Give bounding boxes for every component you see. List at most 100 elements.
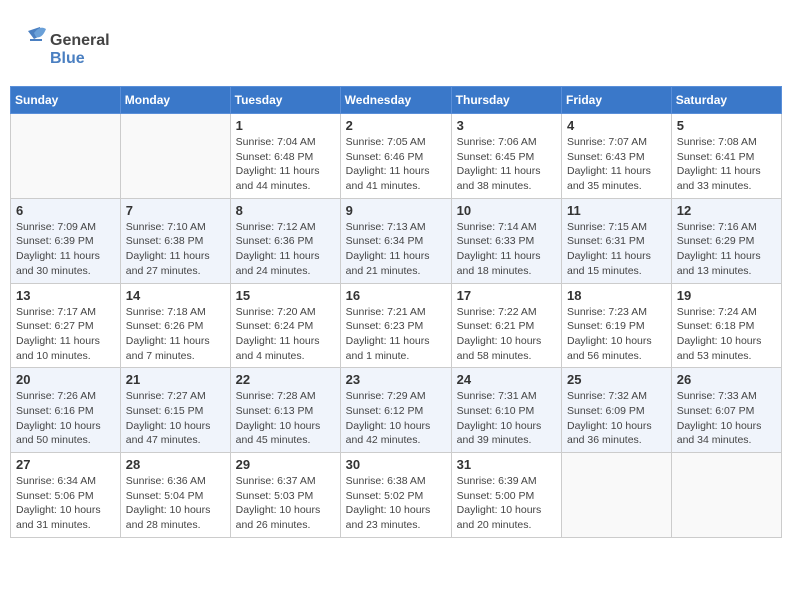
weekday-header: Sunday <box>11 87 121 114</box>
day-info: Sunrise: 7:29 AMSunset: 6:12 PMDaylight:… <box>346 389 446 448</box>
calendar-week-row: 13 Sunrise: 7:17 AMSunset: 6:27 PMDayligh… <box>11 283 782 368</box>
day-info: Sunrise: 7:09 AMSunset: 6:39 PMDaylight:… <box>16 220 115 279</box>
day-info: Sunrise: 7:04 AMSunset: 6:48 PMDaylight:… <box>236 135 335 194</box>
calendar-cell: 13 Sunrise: 7:17 AMSunset: 6:27 PMDayligh… <box>11 283 121 368</box>
day-info: Sunrise: 7:10 AMSunset: 6:38 PMDaylight:… <box>126 220 225 279</box>
calendar-cell <box>671 453 781 538</box>
day-number: 27 <box>16 457 115 472</box>
day-info: Sunrise: 7:33 AMSunset: 6:07 PMDaylight:… <box>677 389 776 448</box>
svg-text:General: General <box>50 32 110 49</box>
day-number: 4 <box>567 118 666 133</box>
day-info: Sunrise: 6:34 AMSunset: 5:06 PMDaylight:… <box>16 474 115 533</box>
day-number: 24 <box>457 372 556 387</box>
day-info: Sunrise: 6:36 AMSunset: 5:04 PMDaylight:… <box>126 474 225 533</box>
calendar-cell: 2 Sunrise: 7:05 AMSunset: 6:46 PMDaylight… <box>340 114 451 199</box>
calendar-cell: 11Sunrise: 7:15 AMSunset: 6:31 PMDayligh… <box>562 198 672 283</box>
day-info: Sunrise: 6:39 AMSunset: 5:00 PMDaylight:… <box>457 474 556 533</box>
weekday-header: Wednesday <box>340 87 451 114</box>
day-info: Sunrise: 7:27 AMSunset: 6:15 PMDaylight:… <box>126 389 225 448</box>
day-info: Sunrise: 7:32 AMSunset: 6:09 PMDaylight:… <box>567 389 666 448</box>
day-info: Sunrise: 7:13 AMSunset: 6:34 PMDaylight:… <box>346 220 446 279</box>
day-info: Sunrise: 7:16 AMSunset: 6:29 PMDaylight:… <box>677 220 776 279</box>
day-info: Sunrise: 7:18 AMSunset: 6:26 PMDaylight:… <box>126 305 225 364</box>
day-info: Sunrise: 7:06 AMSunset: 6:45 PMDaylight:… <box>457 135 556 194</box>
calendar-cell: 24 Sunrise: 7:31 AMSunset: 6:10 PMDayligh… <box>451 368 561 453</box>
day-info: Sunrise: 7:20 AMSunset: 6:24 PMDaylight:… <box>236 305 335 364</box>
day-number: 17 <box>457 288 556 303</box>
page-header: General Blue <box>10 10 782 78</box>
calendar-week-row: 20 Sunrise: 7:26 AMSunset: 6:16 PMDayligh… <box>11 368 782 453</box>
day-number: 7 <box>126 203 225 218</box>
day-number: 2 <box>346 118 446 133</box>
calendar-cell: 30Sunrise: 6:38 AMSunset: 5:02 PMDayligh… <box>340 453 451 538</box>
weekday-header: Friday <box>562 87 672 114</box>
day-number: 1 <box>236 118 335 133</box>
calendar-cell: 18 Sunrise: 7:23 AMSunset: 6:19 PMDayligh… <box>562 283 672 368</box>
calendar-cell: 9 Sunrise: 7:13 AMSunset: 6:34 PMDaylight… <box>340 198 451 283</box>
day-number: 31 <box>457 457 556 472</box>
calendar-cell: 5Sunrise: 7:08 AMSunset: 6:41 PMDaylight… <box>671 114 781 199</box>
day-number: 6 <box>16 203 115 218</box>
day-info: Sunrise: 7:07 AMSunset: 6:43 PMDaylight:… <box>567 135 666 194</box>
logo-combined: General Blue <box>20 23 120 73</box>
day-info: Sunrise: 7:22 AMSunset: 6:21 PMDaylight:… <box>457 305 556 364</box>
day-info: Sunrise: 7:21 AMSunset: 6:23 PMDaylight:… <box>346 305 446 364</box>
calendar-cell: 21Sunrise: 7:27 AMSunset: 6:15 PMDayligh… <box>120 368 230 453</box>
day-number: 5 <box>677 118 776 133</box>
calendar-cell: 20 Sunrise: 7:26 AMSunset: 6:16 PMDayligh… <box>11 368 121 453</box>
weekday-header: Thursday <box>451 87 561 114</box>
day-info: Sunrise: 7:28 AMSunset: 6:13 PMDaylight:… <box>236 389 335 448</box>
weekday-header: Tuesday <box>230 87 340 114</box>
calendar-cell <box>11 114 121 199</box>
calendar-cell: 8 Sunrise: 7:12 AMSunset: 6:36 PMDaylight… <box>230 198 340 283</box>
day-number: 29 <box>236 457 335 472</box>
calendar-cell: 15Sunrise: 7:20 AMSunset: 6:24 PMDayligh… <box>230 283 340 368</box>
day-number: 30 <box>346 457 446 472</box>
day-info: Sunrise: 7:31 AMSunset: 6:10 PMDaylight:… <box>457 389 556 448</box>
calendar-cell: 25 Sunrise: 7:32 AMSunset: 6:09 PMDayligh… <box>562 368 672 453</box>
day-number: 25 <box>567 372 666 387</box>
calendar-cell: 22 Sunrise: 7:28 AMSunset: 6:13 PMDayligh… <box>230 368 340 453</box>
day-info: Sunrise: 7:15 AMSunset: 6:31 PMDaylight:… <box>567 220 666 279</box>
calendar-cell: 4 Sunrise: 7:07 AMSunset: 6:43 PMDaylight… <box>562 114 672 199</box>
day-number: 23 <box>346 372 446 387</box>
calendar-week-row: 6 Sunrise: 7:09 AMSunset: 6:39 PMDaylight… <box>11 198 782 283</box>
calendar-cell: 6 Sunrise: 7:09 AMSunset: 6:39 PMDaylight… <box>11 198 121 283</box>
day-info: Sunrise: 7:14 AMSunset: 6:33 PMDaylight:… <box>457 220 556 279</box>
weekday-header: Monday <box>120 87 230 114</box>
day-info: Sunrise: 7:26 AMSunset: 6:16 PMDaylight:… <box>16 389 115 448</box>
calendar-cell: 14Sunrise: 7:18 AMSunset: 6:26 PMDayligh… <box>120 283 230 368</box>
day-number: 22 <box>236 372 335 387</box>
calendar-cell: 16 Sunrise: 7:21 AMSunset: 6:23 PMDayligh… <box>340 283 451 368</box>
calendar-cell: 12 Sunrise: 7:16 AMSunset: 6:29 PMDayligh… <box>671 198 781 283</box>
day-number: 20 <box>16 372 115 387</box>
weekday-header: Saturday <box>671 87 781 114</box>
calendar-cell: 1 Sunrise: 7:04 AMSunset: 6:48 PMDaylight… <box>230 114 340 199</box>
calendar-cell: 28 Sunrise: 6:36 AMSunset: 5:04 PMDayligh… <box>120 453 230 538</box>
calendar-cell: 7 Sunrise: 7:10 AMSunset: 6:38 PMDaylight… <box>120 198 230 283</box>
day-number: 26 <box>677 372 776 387</box>
svg-text:Blue: Blue <box>50 50 85 67</box>
day-number: 9 <box>346 203 446 218</box>
day-number: 18 <box>567 288 666 303</box>
calendar-table: SundayMondayTuesdayWednesdayThursdayFrid… <box>10 86 782 538</box>
day-info: Sunrise: 7:17 AMSunset: 6:27 PMDaylight:… <box>16 305 115 364</box>
logo: General Blue <box>20 23 120 73</box>
day-number: 13 <box>16 288 115 303</box>
day-info: Sunrise: 7:23 AMSunset: 6:19 PMDaylight:… <box>567 305 666 364</box>
day-number: 16 <box>346 288 446 303</box>
calendar-cell: 26 Sunrise: 7:33 AMSunset: 6:07 PMDayligh… <box>671 368 781 453</box>
calendar-cell: 23 Sunrise: 7:29 AMSunset: 6:12 PMDayligh… <box>340 368 451 453</box>
calendar-cell: 17 Sunrise: 7:22 AMSunset: 6:21 PMDayligh… <box>451 283 561 368</box>
day-number: 28 <box>126 457 225 472</box>
day-info: Sunrise: 6:37 AMSunset: 5:03 PMDaylight:… <box>236 474 335 533</box>
day-number: 19 <box>677 288 776 303</box>
day-info: Sunrise: 7:05 AMSunset: 6:46 PMDaylight:… <box>346 135 446 194</box>
calendar-cell <box>562 453 672 538</box>
day-info: Sunrise: 7:12 AMSunset: 6:36 PMDaylight:… <box>236 220 335 279</box>
day-number: 8 <box>236 203 335 218</box>
day-number: 3 <box>457 118 556 133</box>
calendar-cell: 10Sunrise: 7:14 AMSunset: 6:33 PMDayligh… <box>451 198 561 283</box>
calendar-cell: 29 Sunrise: 6:37 AMSunset: 5:03 PMDayligh… <box>230 453 340 538</box>
day-number: 12 <box>677 203 776 218</box>
